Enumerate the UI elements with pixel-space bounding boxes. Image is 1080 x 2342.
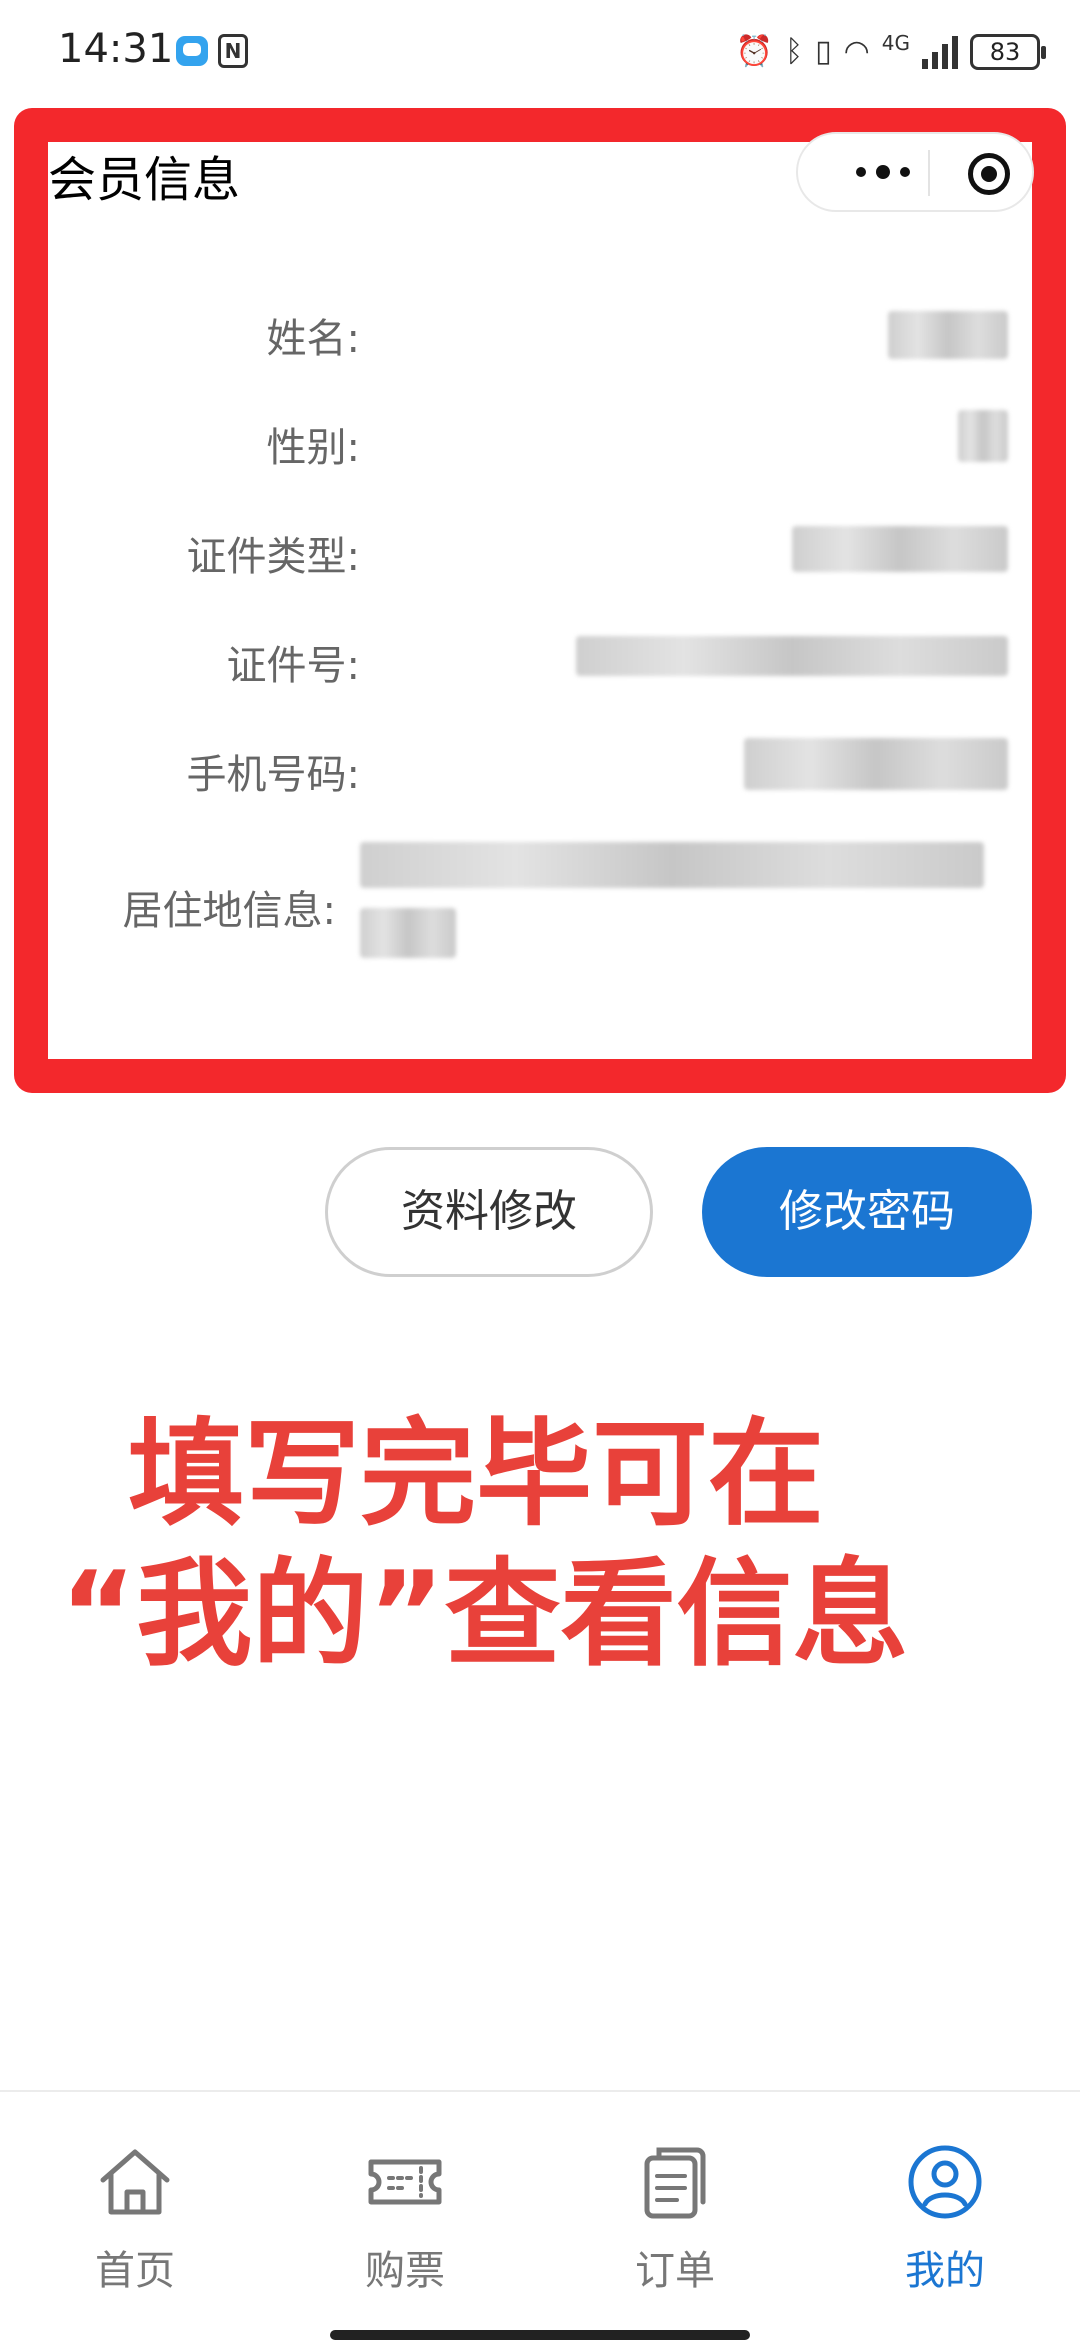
change-password-button[interactable]: 修改密码 [702, 1147, 1032, 1277]
page-title: 会员信息 [48, 152, 241, 208]
tab-mine[interactable]: 我的 [845, 2092, 1045, 2294]
home-icon [100, 2149, 170, 2215]
name-label: 姓名: [266, 316, 360, 362]
annotation-line-2: “我的”查看信息 [60, 1547, 909, 1682]
user-icon [908, 2145, 982, 2219]
ticket-icon [368, 2159, 442, 2205]
tab-tickets-label: 购票 [365, 2248, 445, 2294]
phone-label: 手机号码: [186, 752, 360, 798]
bottom-tab-bar: 首页 购票 订单 我的 [0, 2090, 1080, 2342]
vibrate-icon: ▯ [815, 34, 832, 69]
tab-tickets[interactable]: 购票 [305, 2092, 505, 2294]
close-miniprogram-icon[interactable] [968, 153, 1010, 195]
order-icon [644, 2147, 706, 2219]
name-value-redacted [888, 311, 1008, 359]
alarm-icon: ⏰ [735, 34, 774, 69]
miniprogram-capsule [796, 132, 1034, 212]
network-type: 4G [881, 31, 910, 55]
status-bar: 14:31 N ⏰ ᛒ ▯ ◠ 4G 83 [0, 0, 1080, 104]
id-number-label: 证件号: [226, 643, 360, 689]
phone-value-redacted [744, 738, 1008, 790]
address-value-redacted [360, 842, 984, 888]
battery-icon: 83 [970, 34, 1046, 70]
home-indicator[interactable] [330, 2330, 750, 2340]
bluetooth-icon: ᛒ [785, 34, 804, 69]
message-notification-icon [176, 36, 208, 66]
tab-orders[interactable]: 订单 [575, 2092, 775, 2294]
signal-icon [922, 35, 958, 69]
highlight-frame [14, 108, 1066, 1093]
address-value-redacted-line2 [360, 908, 456, 958]
more-icon[interactable] [838, 154, 928, 190]
address-label: 居住地信息: [122, 888, 336, 934]
status-icons: ⏰ ᛒ ▯ ◠ 4G 83 [735, 28, 1046, 76]
gender-value-redacted [958, 410, 1008, 462]
tab-home-label: 首页 [95, 2248, 175, 2294]
tab-orders-label: 订单 [635, 2248, 715, 2294]
gender-label: 性别: [266, 425, 360, 471]
tab-mine-label: 我的 [905, 2248, 985, 2294]
tab-home[interactable]: 首页 [35, 2092, 235, 2294]
wifi-icon: ◠ [843, 34, 870, 69]
id-type-value-redacted [792, 526, 1008, 572]
status-time: 14:31 [58, 26, 174, 72]
nfc-icon: N [218, 34, 248, 68]
edit-profile-button[interactable]: 资料修改 [325, 1147, 653, 1277]
capsule-divider [928, 150, 930, 196]
id-type-label: 证件类型: [186, 534, 360, 580]
id-number-value-redacted [576, 636, 1008, 676]
